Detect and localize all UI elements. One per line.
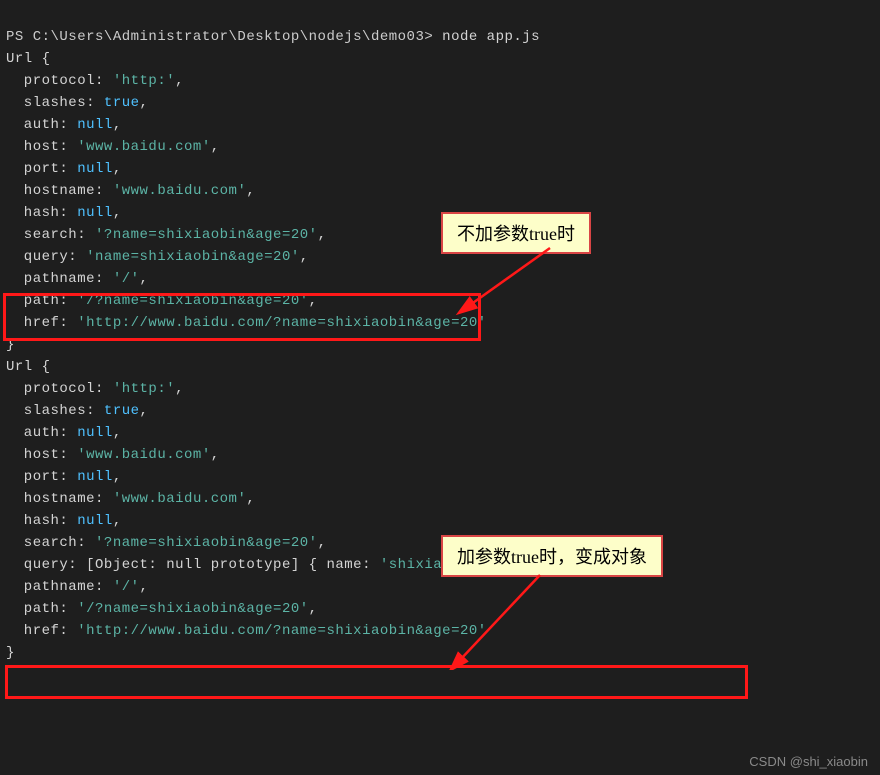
- u1-path-v: '/?name=shixiaobin&age=20': [77, 293, 308, 309]
- u1-search-v: '?name=shixiaobin&age=20': [95, 227, 318, 243]
- u1-slashes-v: true: [104, 95, 140, 111]
- u1-port-k: port:: [6, 161, 77, 177]
- u1-protocol-k: protocol:: [6, 73, 113, 89]
- u1-hash-k: hash:: [6, 205, 77, 221]
- u1-hostname-v: 'www.baidu.com': [113, 183, 247, 199]
- u2-hash-v: null: [77, 513, 113, 529]
- u1-query-v: 'name=shixiaobin&age=20': [86, 249, 300, 265]
- u1-href-k: href:: [6, 315, 77, 331]
- u1-search-k: search:: [6, 227, 95, 243]
- u1-auth-v: null: [77, 117, 113, 133]
- terminal-output: PS C:\Users\Administrator\Desktop\nodejs…: [0, 0, 880, 668]
- url1-tail: }: [6, 337, 15, 353]
- url2-tail: }: [6, 645, 15, 661]
- u1-query-k: query:: [6, 249, 86, 265]
- u1-pathname-v: '/': [113, 271, 140, 287]
- u2-host-v: 'www.baidu.com': [77, 447, 211, 463]
- url1-head: Url {: [6, 51, 51, 67]
- u1-host-v: 'www.baidu.com': [77, 139, 211, 155]
- u1-slashes-k: slashes:: [6, 95, 104, 111]
- u2-port-v: null: [77, 469, 113, 485]
- u2-pathname-k: pathname:: [6, 579, 113, 595]
- u2-path-v: '/?name=shixiaobin&age=20': [77, 601, 308, 617]
- u1-hostname-k: hostname:: [6, 183, 113, 199]
- u2-hostname-v: 'www.baidu.com': [113, 491, 247, 507]
- u2-search-v: '?name=shixiaobin&age=20': [95, 535, 318, 551]
- u2-host-k: host:: [6, 447, 77, 463]
- u2-query-obj-pre: [Object: null prototype] { name:: [86, 557, 380, 573]
- u2-protocol-k: protocol:: [6, 381, 113, 397]
- url2-head: Url {: [6, 359, 51, 375]
- u2-protocol-v: 'http:': [113, 381, 175, 397]
- highlight-box-query-object: [5, 665, 748, 699]
- command-text: node app.js: [442, 29, 540, 45]
- u2-auth-k: auth:: [6, 425, 77, 441]
- u1-hash-v: null: [77, 205, 113, 221]
- u2-search-k: search:: [6, 535, 95, 551]
- u2-hash-k: hash:: [6, 513, 77, 529]
- u1-path-k: path:: [6, 293, 77, 309]
- callout-no-true: 不加参数true时: [441, 212, 591, 254]
- u2-slashes-k: slashes:: [6, 403, 104, 419]
- u2-path-k: path:: [6, 601, 77, 617]
- u2-slashes-v: true: [104, 403, 140, 419]
- u1-href-v: 'http://www.baidu.com/?name=shixiaobin&a…: [77, 315, 486, 331]
- u2-auth-v: null: [77, 425, 113, 441]
- u2-hostname-k: hostname:: [6, 491, 113, 507]
- u2-pathname-v: '/': [113, 579, 140, 595]
- u1-host-k: host:: [6, 139, 77, 155]
- u2-href-v: 'http://www.baidu.com/?name=shixiaobin&a…: [77, 623, 486, 639]
- u1-port-v: null: [77, 161, 113, 177]
- u1-auth-k: auth:: [6, 117, 77, 133]
- u2-query-k: query:: [6, 557, 86, 573]
- u1-protocol-v: 'http:': [113, 73, 175, 89]
- u2-port-k: port:: [6, 469, 77, 485]
- ps-prompt: PS C:\Users\Administrator\Desktop\nodejs…: [6, 29, 442, 45]
- u1-pathname-k: pathname:: [6, 271, 113, 287]
- u2-href-k: href:: [6, 623, 77, 639]
- callout-with-true: 加参数true时，变成对象: [441, 535, 663, 577]
- watermark-text: CSDN @shi_xiaobin: [749, 754, 868, 769]
